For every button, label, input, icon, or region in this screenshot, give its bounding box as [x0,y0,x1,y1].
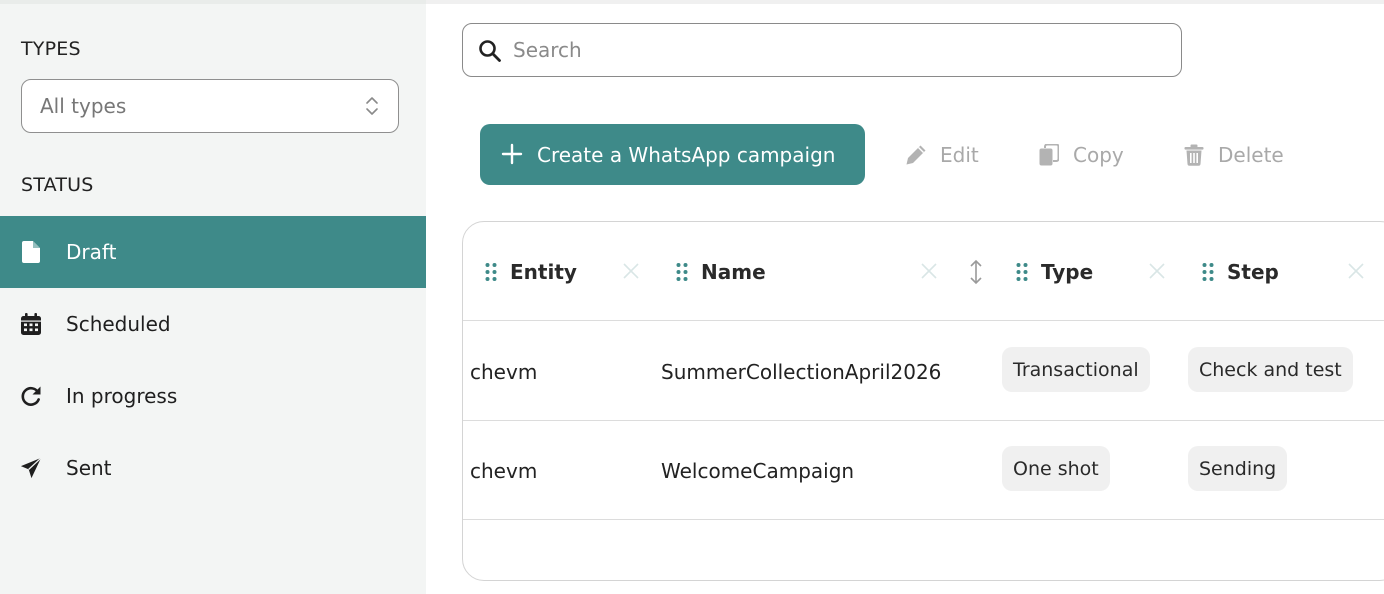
column-header-type[interactable]: Type [1015,258,1093,286]
cell-entity: chevm [470,459,538,483]
trash-icon [1182,143,1206,167]
sidebar-item-label: Sent [66,456,112,480]
sidebar-top-edge [0,0,426,4]
close-icon[interactable] [1347,262,1365,280]
sidebar-item-draft[interactable]: Draft [0,216,426,288]
paper-plane-icon [20,456,42,480]
sidebar: TYPES All types STATUS Draft Scheduled I… [0,0,426,594]
close-icon[interactable] [622,262,640,280]
type-badge: Transactional [1002,347,1150,392]
chevron-up-down-icon [366,97,378,115]
plus-icon [501,143,523,165]
types-heading: TYPES [21,38,81,60]
sidebar-item-in-progress[interactable]: In progress [0,360,426,432]
sidebar-item-label: In progress [66,384,178,408]
column-header-entity[interactable]: Entity [484,258,577,286]
create-whatsapp-campaign-button[interactable]: Create a WhatsApp campaign [480,124,865,185]
search-input[interactable] [513,34,1163,66]
table-row[interactable]: chevm SummerCollectionApril2026 Transact… [463,322,1384,421]
column-label: Step [1227,260,1279,284]
search-box[interactable] [462,23,1182,77]
search-icon [479,40,501,62]
column-header-step[interactable]: Step [1201,258,1279,286]
delete-button[interactable]: Delete [1182,136,1284,174]
create-button-label: Create a WhatsApp campaign [537,142,836,167]
main-content: Create a WhatsApp campaign Edit Copy [426,0,1384,594]
sort-icon[interactable] [969,259,983,285]
cell-entity: chevm [470,360,538,384]
main-top-edge [426,0,1384,4]
type-badge: One shot [1002,446,1110,491]
step-badge: Sending [1188,446,1288,491]
cell-name: SummerCollectionApril2026 [661,360,942,384]
column-header-name[interactable]: Name [675,258,766,286]
close-icon[interactable] [920,262,938,280]
column-label: Entity [510,260,577,284]
column-label: Name [701,260,766,284]
drag-handle-icon[interactable] [1015,261,1029,283]
delete-button-label: Delete [1218,143,1284,167]
close-icon[interactable] [1148,262,1166,280]
refresh-icon [20,384,42,408]
sidebar-item-scheduled[interactable]: Scheduled [0,288,426,360]
copy-icon [1037,143,1061,167]
drag-handle-icon[interactable] [1201,261,1215,283]
sidebar-item-label: Scheduled [66,312,171,336]
cell-name: WelcomeCampaign [661,459,855,483]
drag-handle-icon[interactable] [675,261,689,283]
copy-button-label: Copy [1073,143,1124,167]
status-heading: STATUS [21,174,94,196]
sidebar-item-sent[interactable]: Sent [0,432,426,504]
column-label: Type [1041,260,1094,284]
table-header: Entity Name Type Step [463,222,1384,321]
campaigns-table: Entity Name Type Step chevm SummerCollec… [462,221,1384,581]
copy-button[interactable]: Copy [1037,136,1124,174]
sidebar-item-label: Draft [66,240,117,264]
step-badge: Check and test [1188,347,1353,392]
type-select-value: All types [40,94,127,118]
type-select[interactable]: All types [21,79,399,133]
edit-button-label: Edit [940,143,979,167]
drag-handle-icon[interactable] [484,261,498,283]
calendar-icon [20,312,42,336]
edit-button[interactable]: Edit [904,136,979,174]
table-row[interactable]: chevm WelcomeCampaign One shot Sending [463,421,1384,520]
pencil-icon [904,143,928,167]
file-icon [20,240,42,264]
